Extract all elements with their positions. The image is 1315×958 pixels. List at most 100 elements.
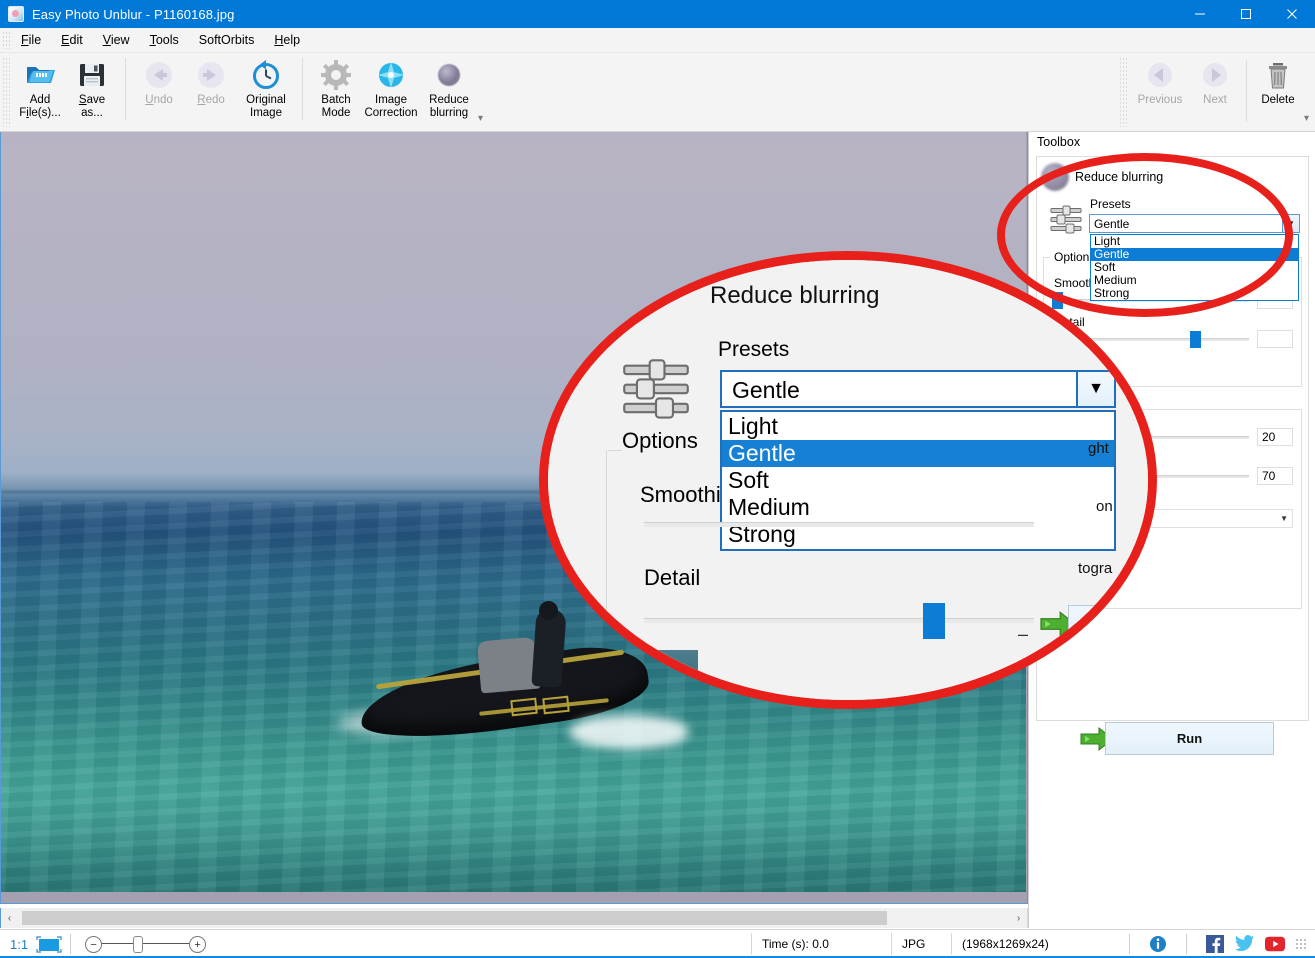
ribbon-expand-caret[interactable]: ▾: [478, 113, 483, 124]
magnified-option-gentle[interactable]: Gentle: [722, 440, 1114, 467]
presets-label: Presets: [1090, 197, 1131, 211]
zoom-slider-thumb[interactable]: [133, 936, 144, 953]
resize-grip-icon[interactable]: [1295, 938, 1307, 950]
trash-icon: [1262, 59, 1294, 91]
magnified-run-button[interactable]: [1068, 605, 1148, 641]
magnified-option-medium[interactable]: Medium: [722, 494, 1114, 521]
window-title: Easy Photo Unblur - P1160168.jpg: [32, 6, 235, 22]
undo-label: Undo: [145, 94, 173, 106]
secondary-value-b-input[interactable]: 70: [1257, 467, 1293, 485]
magnified-option-light[interactable]: Light: [722, 413, 1114, 440]
clock-history-icon: [250, 59, 282, 91]
magnified-detail-thumb[interactable]: [923, 603, 945, 639]
delete-button[interactable]: Delete: [1252, 55, 1304, 107]
save-as-button[interactable]: Save as...: [66, 55, 118, 120]
magnified-photo-corner: [548, 650, 698, 700]
scroll-right-arrow-icon[interactable]: ›: [1010, 909, 1027, 927]
magnified-options-group-title: Options: [622, 428, 698, 453]
toolbox-title: Toolbox: [1029, 132, 1315, 154]
run-button[interactable]: Run: [1105, 722, 1274, 755]
scrollbar-track[interactable]: [18, 910, 1010, 926]
status-dimensions-cell: (1968x1269x24): [951, 933, 1121, 955]
zoom-slider-track[interactable]: [95, 943, 200, 944]
menu-item-file[interactable]: FFileile: [11, 30, 51, 50]
toolbox-header-label: Reduce blurring: [1075, 170, 1164, 184]
fit-to-screen-icon[interactable]: [36, 935, 62, 953]
magnified-presets-label: Presets: [718, 338, 790, 361]
blur-blob-icon: [1041, 163, 1069, 191]
presets-selected-value: Gentle: [1094, 216, 1130, 231]
zoom-slider[interactable]: − +: [81, 933, 211, 955]
app-icon: [8, 6, 24, 22]
arrow-right-circle-icon: [1199, 59, 1231, 91]
zoom-out-button[interactable]: −: [85, 936, 103, 953]
chevron-down-icon-secondary[interactable]: ▼: [1280, 514, 1288, 523]
next-label: Next: [1203, 94, 1227, 106]
batch-mode-button[interactable]: Batch Mode: [310, 55, 362, 120]
zoom-in-button[interactable]: +: [189, 936, 207, 953]
image-horizontal-scrollbar[interactable]: ‹ ›: [0, 908, 1028, 928]
menu-item-help[interactable]: Help: [264, 30, 310, 50]
undo-button[interactable]: Undo: [133, 55, 185, 107]
original-image-button[interactable]: Original Image: [237, 55, 295, 120]
starburst-icon: [375, 59, 407, 91]
info-icon[interactable]: [1148, 934, 1168, 954]
previous-label: Previous: [1137, 94, 1183, 106]
ribbon-group-tools: Batch Mode Image Correction Reduce blurr…: [308, 53, 489, 127]
menu-item-edit[interactable]: Edit: [51, 30, 93, 50]
reduce-blurring-label-line2: blurring: [429, 107, 469, 119]
redo-button[interactable]: Redo: [185, 55, 237, 107]
magnified-smoothing-track[interactable]: [644, 522, 1034, 527]
detail-value-input[interactable]: [1257, 330, 1293, 348]
magnified-presets-combobox[interactable]: Gentle ▼: [720, 370, 1116, 408]
magnified-fragment-togra: togra: [1078, 560, 1113, 577]
close-button[interactable]: [1269, 0, 1315, 28]
magnified-detail-track[interactable]: [644, 618, 1034, 623]
magnified-groupbox-border-h: [608, 450, 622, 451]
add-files-label-line2: File(s)...: [19, 107, 61, 119]
ribbon-group-history: Undo Redo Original Image: [131, 53, 297, 127]
maximize-button[interactable]: [1223, 0, 1269, 28]
chevron-down-icon[interactable]: ▼: [1282, 215, 1299, 232]
magnified-detail-label: Detail: [644, 565, 701, 590]
magnified-presets-dropdown[interactable]: Light Gentle Soft Medium Strong: [720, 410, 1116, 551]
facebook-icon[interactable]: [1205, 934, 1225, 954]
presets-field: Presets Gentle ▼ Light Gentle Soft Mediu…: [1089, 195, 1308, 301]
sliders-icon-magnified: [620, 355, 692, 425]
save-as-label-line2: as...: [81, 107, 103, 119]
secondary-value-a-input[interactable]: 20: [1257, 428, 1293, 446]
magnified-option-soft[interactable]: Soft: [722, 467, 1114, 494]
menu-grip-handle[interactable]: [2, 31, 11, 49]
add-files-button[interactable]: Add File(s)...: [14, 55, 66, 120]
scroll-left-arrow-icon[interactable]: ‹: [1, 909, 18, 927]
next-button[interactable]: Next: [1189, 55, 1241, 107]
detail-slider-thumb[interactable]: [1189, 331, 1201, 348]
boat-marking-1: [510, 697, 538, 717]
minimize-button[interactable]: [1177, 0, 1223, 28]
menu-item-softorbits[interactable]: SoftOrbits: [189, 30, 265, 50]
reduce-blurring-button[interactable]: Reduce blurring: [420, 55, 478, 120]
scrollbar-thumb[interactable]: [22, 911, 887, 925]
status-bar: 1:1 − + Time (s): 0.0 JPG (1968x1269x24): [0, 929, 1315, 958]
redo-label: Redo: [197, 94, 225, 106]
ribbon-grip-handle[interactable]: [2, 57, 11, 127]
youtube-icon[interactable]: [1265, 934, 1285, 954]
ribbon-grip-handle-right[interactable]: [1118, 57, 1128, 127]
magnified-fragment-on: on: [1096, 498, 1113, 515]
floppy-disk-icon: [76, 59, 108, 91]
magnified-fragment-ght: ght: [1088, 440, 1109, 457]
run-button-label: Run: [1176, 731, 1203, 746]
twitter-icon[interactable]: [1235, 934, 1255, 954]
ribbon-separator-3: [1245, 60, 1247, 122]
image-correction-label-line1: Image: [375, 94, 407, 106]
ribbon-expand-caret-right[interactable]: ▾: [1304, 113, 1309, 124]
batch-mode-label-line2: Mode: [321, 107, 351, 119]
menu-item-tools[interactable]: Tools: [140, 30, 189, 50]
chevron-down-icon-magnified[interactable]: ▼: [1076, 372, 1114, 406]
menu-item-view[interactable]: View: [93, 30, 140, 50]
previous-button[interactable]: Previous: [1131, 55, 1189, 107]
status-separator-1: [70, 934, 72, 954]
magnified-smoothing-label: Smoothi: [640, 482, 721, 507]
image-correction-button[interactable]: Image Correction: [362, 55, 420, 120]
presets-combobox[interactable]: Gentle ▼ Light Gentle Soft Medium Strong: [1089, 214, 1300, 301]
